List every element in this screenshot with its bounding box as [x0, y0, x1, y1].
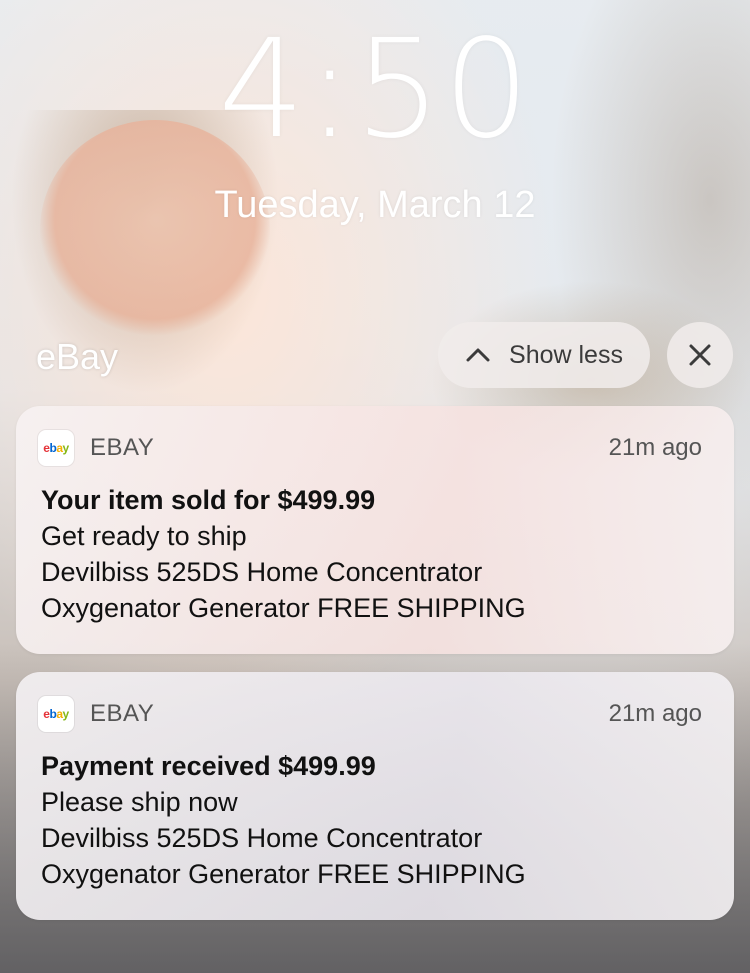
notification-card[interactable]: ebay EBAY 21m ago Your item sold for $49… [16, 406, 734, 654]
notification-title: Your item sold for $499.99 [41, 485, 376, 515]
notification-group-title: eBay [36, 336, 119, 377]
show-less-button[interactable]: Show less [438, 322, 650, 388]
close-icon [689, 344, 711, 366]
notification-body: Payment received $499.99 Please ship now… [41, 748, 714, 892]
notification-body: Your item sold for $499.99 Get ready to … [41, 482, 714, 626]
notification-time: 21m ago [608, 700, 702, 727]
show-less-label: Show less [509, 340, 623, 369]
ebay-app-icon: ebay [38, 696, 74, 732]
notification-app-name: EBAY [90, 700, 155, 727]
ebay-app-icon: ebay [38, 430, 74, 466]
notification-line: Oxygenator Generator FREE SHIPPING [41, 593, 526, 623]
notification-app-name: EBAY [90, 434, 155, 461]
notification-line: Devilbiss 525DS Home Concentrator [41, 557, 483, 587]
lockscreen-clock: 4:50 [218, 11, 532, 169]
notification-card[interactable]: ebay EBAY 21m ago Payment received $499.… [16, 672, 734, 920]
notification-header: ebay EBAY 21m ago [38, 428, 702, 468]
notification-line: Get ready to ship [41, 521, 247, 551]
notification-title: Payment received $499.99 [41, 751, 376, 781]
notification-header: ebay EBAY 21m ago [38, 694, 702, 734]
notification-line: Devilbiss 525DS Home Concentrator [41, 823, 483, 853]
chevron-up-icon [466, 348, 490, 362]
notification-time: 21m ago [608, 434, 702, 461]
notification-line: Oxygenator Generator FREE SHIPPING [41, 859, 526, 889]
clear-notifications-button[interactable] [667, 322, 733, 388]
notification-line: Please ship now [41, 787, 238, 817]
lockscreen-date: Tuesday, March 12 [214, 184, 536, 226]
